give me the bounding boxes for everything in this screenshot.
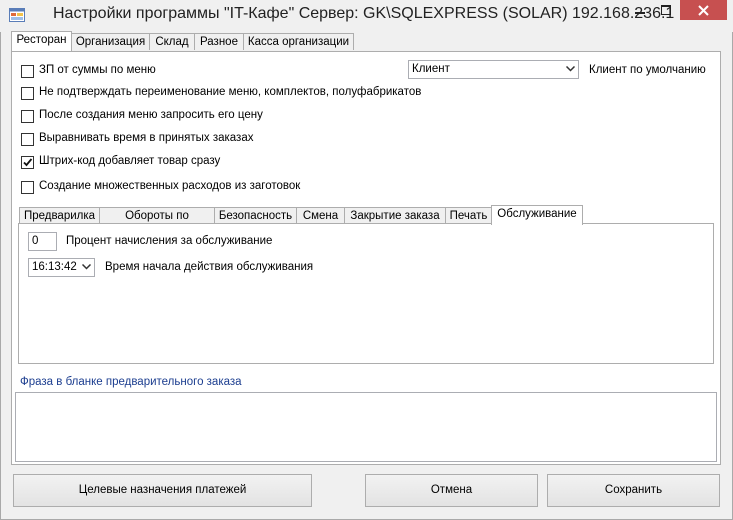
checkbox-label: После создания меню запросить его цену: [39, 109, 263, 121]
payment-purposes-button[interactable]: Целевые назначения платежей: [13, 474, 312, 507]
subtab-client-turnover[interactable]: Обороты по клиенту: [99, 207, 215, 238]
default-client-select[interactable]: Клиент: [408, 60, 579, 79]
close-icon: [698, 4, 709, 16]
checkbox-label: Не подтверждать переименование меню, ком…: [39, 86, 422, 98]
maximize-icon: [661, 5, 671, 15]
service-percent-input[interactable]: 0: [28, 232, 57, 251]
checkbox-label: Штрих-код добавляет товар сразу: [39, 155, 221, 167]
checkbox-label: Выравнивать время в принятых заказах: [39, 132, 254, 144]
subtab-print[interactable]: Печать: [445, 207, 492, 224]
subtab-close-order[interactable]: Закрытие заказа: [344, 207, 446, 224]
tab-organization[interactable]: Организация: [71, 33, 150, 50]
service-start-time-label: Время начала действия обслуживания: [105, 261, 314, 273]
subtab-shift[interactable]: Смена: [296, 207, 345, 224]
cancel-button[interactable]: Отмена: [365, 474, 538, 507]
tab-warehouse[interactable]: Склад: [149, 33, 195, 50]
maximize-button[interactable]: [653, 0, 679, 20]
service-percent-label: Процент начисления за обслуживание: [66, 235, 273, 247]
subtab-service[interactable]: Обслуживание: [491, 205, 583, 225]
checkmark-icon: [23, 158, 33, 167]
phrase-group-title: Фраза в бланке предварительного заказа: [20, 376, 242, 388]
chevron-down-icon: [566, 66, 575, 72]
minimize-button[interactable]: [627, 0, 653, 20]
service-start-time-value: 16:13:42: [32, 261, 77, 273]
tab-cash-register[interactable]: Касса организации: [243, 33, 354, 50]
checkbox-label: Создание множественных расходов из загот…: [39, 180, 301, 192]
subtab-security[interactable]: Безопасность: [214, 207, 297, 224]
default-client-label: Клиент по умолчанию: [589, 64, 706, 76]
checkbox-ask-price-after-menu[interactable]: [21, 110, 34, 123]
checkbox-label: ЗП от суммы по меню: [39, 64, 156, 76]
title-bar: Настройки программы "IT-Кафе" Сервер: GK…: [0, 0, 733, 32]
minimize-icon: [635, 12, 645, 14]
default-client-value: Клиент: [412, 63, 450, 75]
service-percent-value: 0: [32, 235, 39, 247]
service-start-time-picker[interactable]: 16:13:42: [28, 258, 95, 277]
subtab-pre-orders[interactable]: Предварилка: [19, 207, 100, 224]
close-button[interactable]: [680, 0, 727, 20]
tab-misc[interactable]: Разное: [194, 33, 244, 50]
checkbox-multiple-expenses[interactable]: [21, 181, 34, 194]
checkbox-align-time[interactable]: [21, 133, 34, 146]
checkbox-no-rename-confirm[interactable]: [21, 87, 34, 100]
phrase-textarea[interactable]: [15, 392, 717, 462]
window-title: Настройки программы "IT-Кафе" Сервер: GK…: [53, 5, 675, 22]
chevron-down-icon: [82, 264, 91, 270]
checkbox-salary-from-menu[interactable]: [21, 65, 34, 78]
tab-restaurant[interactable]: Ресторан: [11, 31, 72, 51]
app-window-icon[interactable]: [9, 8, 25, 22]
checkbox-barcode-add-item[interactable]: [21, 156, 34, 169]
save-button[interactable]: Сохранить: [547, 474, 720, 507]
